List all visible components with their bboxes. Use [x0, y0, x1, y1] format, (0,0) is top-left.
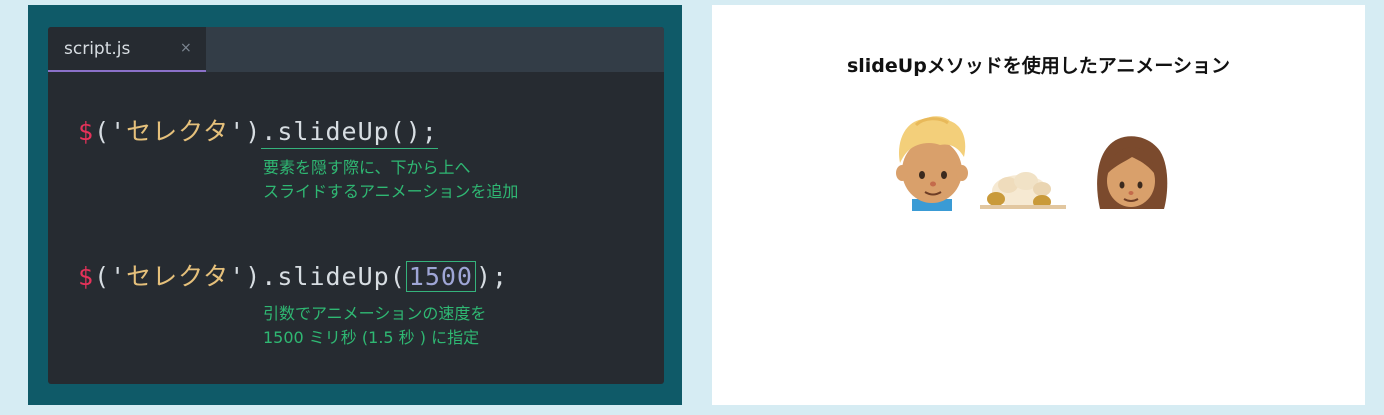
code-method: .slideUp(); [261, 117, 438, 149]
code-selector: セレクタ [126, 117, 230, 146]
code-end: ); [475, 262, 509, 291]
tab-label: script.js [64, 39, 131, 59]
annotation-line: 要素を隠す際に、下から上へ [263, 158, 471, 177]
girl-emoji-icon [1097, 136, 1168, 209]
code-selector: セレクタ [126, 262, 230, 291]
code-annotation-1: 要素を隠す際に、下から上へ スライドするアニメーションを追加 [263, 156, 518, 204]
bread-icon [980, 172, 1066, 209]
jquery-dollar: $ [78, 117, 95, 146]
jquery-dollar: $ [78, 262, 95, 291]
close-icon[interactable]: × [180, 40, 192, 56]
boy-emoji-icon [896, 116, 968, 211]
demo-panel: slideUpメソッドを使用したアニメーション [712, 5, 1365, 405]
annotation-line: 引数でアニメーションの速度を [263, 304, 487, 323]
code-open-paren: (' [94, 262, 127, 291]
code-open-paren: (' [94, 117, 127, 146]
code-close-paren: ') [229, 117, 262, 146]
code-line-2: $('セレクタ').slideUp(1500); [78, 257, 508, 293]
code-annotation-2: 引数でアニメーションの速度を 1500 ミリ秒 (1.5 秒 ) に指定 [263, 302, 486, 350]
code-argument: 1500 [405, 261, 476, 292]
code-close-paren: ') [229, 262, 262, 291]
code-panel-frame: script.js × $('セレクタ').slideUp(); 要素を隠す際に… [28, 5, 682, 405]
code-editor: script.js × $('セレクタ').slideUp(); 要素を隠す際に… [48, 27, 664, 384]
code-method: .slideUp( [261, 262, 406, 291]
annotation-line: スライドするアニメーションを追加 [263, 182, 519, 201]
annotation-line: 1500 ミリ秒 (1.5 秒 ) に指定 [263, 328, 480, 347]
tab-script-js[interactable]: script.js × [48, 27, 206, 72]
code-line-1: $('セレクタ').slideUp(); [78, 112, 438, 149]
demo-title: slideUpメソッドを使用したアニメーション [846, 55, 1231, 77]
tab-bar: script.js × [48, 27, 664, 72]
